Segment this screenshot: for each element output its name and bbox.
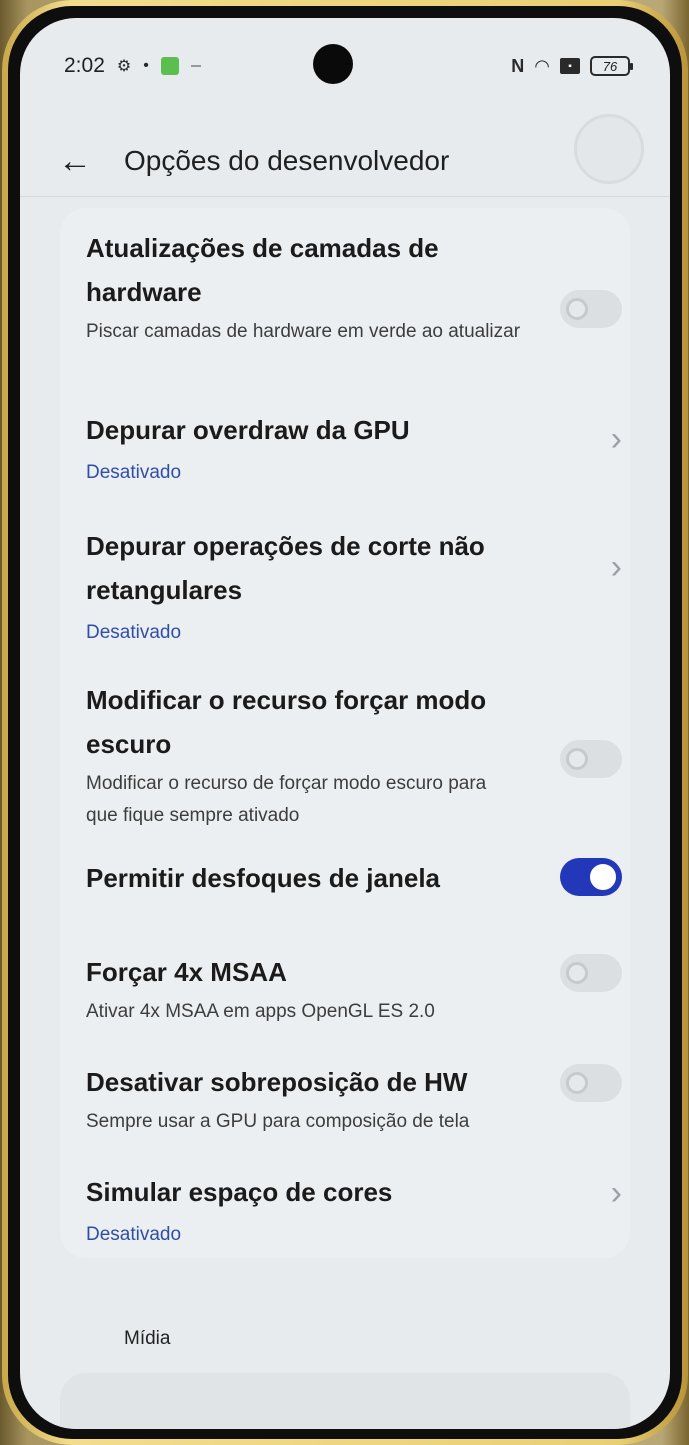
setting-status: Desativado xyxy=(86,622,182,643)
setting-status: Desativado xyxy=(86,462,182,483)
toggle-switch[interactable] xyxy=(560,290,622,328)
setting-debug-gpu-overdraw[interactable]: Depurar overdraw da GPU Desativado › xyxy=(86,408,622,488)
toggle-switch[interactable] xyxy=(560,954,622,992)
setting-simulate-color-space[interactable]: Simular espaço de cores Desativado › xyxy=(86,1170,622,1250)
toggle-knob xyxy=(566,298,588,320)
small-status-icon: • xyxy=(143,57,149,74)
setting-subtitle: Sempre usar a GPU para composição de tel… xyxy=(86,1111,470,1132)
sim-icon: ▪ xyxy=(560,58,580,74)
media-settings-card xyxy=(60,1373,630,1429)
setting-hardware-layers-updates[interactable]: Atualizações de camadas de hardware Pisc… xyxy=(86,226,622,348)
green-app-icon xyxy=(160,57,179,75)
page-title: Opções do desenvolvedor xyxy=(124,145,450,176)
header-divider xyxy=(20,196,670,197)
chevron-right-icon: › xyxy=(610,420,622,458)
setting-title: Depurar operações de corte não retangula… xyxy=(86,531,485,605)
toggle-knob xyxy=(566,962,588,984)
setting-title: Atualizações de camadas de hardware xyxy=(86,233,439,307)
setting-override-force-dark[interactable]: Modificar o recurso forçar modo escuro M… xyxy=(86,678,622,832)
arrow-left-icon[interactable]: ← xyxy=(50,136,100,186)
setting-title: Permitir desfoques de janela xyxy=(86,863,441,893)
chevron-right-icon: › xyxy=(610,548,622,586)
toggle-switch[interactable] xyxy=(560,1064,622,1102)
phone-bezel: 2:02 ⚙ • N ◠ ▪ 76 ← Opções do desenvolve… xyxy=(8,6,682,1439)
setting-disable-hw-overlays[interactable]: Desativar sobreposição de HW Sempre usar… xyxy=(86,1060,622,1138)
status-time: 2:02 xyxy=(64,54,105,77)
section-header-media: Mídia xyxy=(124,1328,171,1349)
app-header: ← Opções do desenvolvedor xyxy=(50,114,644,196)
toggle-switch[interactable] xyxy=(560,740,622,778)
setting-force-4x-msaa[interactable]: Forçar 4x MSAA Ativar 4x MSAA em apps Op… xyxy=(86,950,622,1028)
setting-subtitle: Ativar 4x MSAA em apps OpenGL ES 2.0 xyxy=(86,1001,435,1022)
setting-status: Desativado xyxy=(86,1224,182,1245)
gear-status-icon: ⚙ xyxy=(116,58,132,75)
setting-title: Modificar o recurso forçar modo escuro xyxy=(86,685,487,759)
chevron-right-icon: › xyxy=(610,1174,622,1212)
setting-title: Desativar sobreposição de HW xyxy=(86,1067,468,1097)
toggle-knob xyxy=(590,864,616,890)
setting-subtitle: Modificar o recurso de forçar modo escur… xyxy=(86,773,487,826)
settings-card: Atualizações de camadas de hardware Pisc… xyxy=(60,208,630,1258)
setting-title: Depurar overdraw da GPU xyxy=(86,415,410,445)
nfc-icon: N xyxy=(511,55,525,76)
setting-subtitle: Piscar camadas de hardware em verde ao a… xyxy=(86,321,521,342)
battery-icon: 76 xyxy=(590,56,633,76)
setting-title: Simular espaço de cores xyxy=(86,1177,393,1207)
toggle-switch[interactable] xyxy=(560,858,622,896)
setting-allow-window-blurs[interactable]: Permitir desfoques de janela xyxy=(86,856,622,900)
toggle-knob xyxy=(566,1072,588,1094)
toggle-knob xyxy=(566,748,588,770)
setting-title: Forçar 4x MSAA xyxy=(86,957,287,987)
wifi-icon: ◠ xyxy=(534,55,550,76)
dash-icon xyxy=(190,65,201,67)
front-camera xyxy=(313,44,353,84)
phone-frame: 2:02 ⚙ • N ◠ ▪ 76 ← Opções do desenvolve… xyxy=(2,0,688,1445)
setting-debug-non-rect-clip[interactable]: Depurar operações de corte não retangula… xyxy=(86,524,622,648)
phone-screen: 2:02 ⚙ • N ◠ ▪ 76 ← Opções do desenvolve… xyxy=(20,18,670,1429)
header-circle-button[interactable] xyxy=(574,114,644,184)
